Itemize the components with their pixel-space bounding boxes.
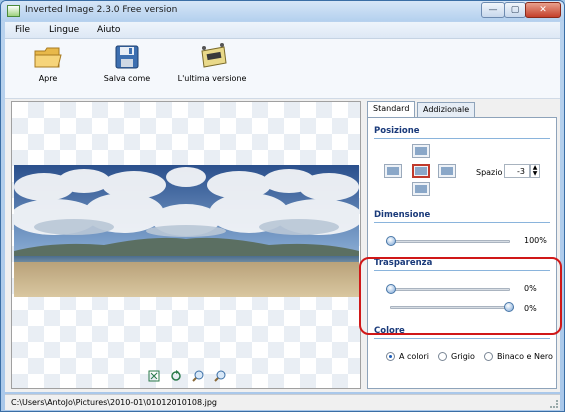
app-icon bbox=[7, 5, 20, 17]
toolbar: Apre Salva come L'ultima versione bbox=[5, 39, 560, 99]
section-dimensione: Dimensione bbox=[374, 210, 431, 220]
menu-aiuto[interactable]: Aiuto bbox=[97, 25, 120, 35]
status-path: C:\Users\AntoJo\Pictures\2010-01\0101201… bbox=[11, 398, 218, 407]
tab-standard[interactable]: Standard bbox=[367, 101, 416, 118]
radio-a-colori[interactable] bbox=[386, 352, 395, 361]
save-as-button[interactable]: Salva come bbox=[99, 43, 155, 83]
radio-grigio-label: Grigio bbox=[451, 352, 475, 361]
divider bbox=[374, 338, 550, 339]
position-right-button[interactable] bbox=[438, 164, 456, 178]
section-posizione: Posizione bbox=[374, 126, 420, 136]
spacing-label: Spazio bbox=[476, 168, 503, 177]
divider bbox=[374, 138, 550, 139]
position-left-button[interactable] bbox=[384, 164, 402, 178]
spacing-stepper[interactable]: ▲ ▼ bbox=[530, 164, 540, 178]
update-icon bbox=[201, 43, 227, 68]
resize-grip[interactable] bbox=[550, 400, 558, 408]
app-window: Inverted Image 2.3.0 Free version — ▢ ✕ … bbox=[0, 0, 565, 412]
position-bottom-button[interactable] bbox=[412, 182, 430, 196]
radio-a-colori-label: A colori bbox=[399, 352, 429, 361]
image-canvas[interactable] bbox=[11, 101, 361, 389]
window-title: Inverted Image 2.3.0 Free version bbox=[25, 5, 178, 15]
open-label: Apre bbox=[38, 74, 58, 83]
radio-bianco-nero-label: Binaco e Nero bbox=[497, 352, 553, 361]
dimension-slider[interactable] bbox=[386, 236, 510, 246]
open-button[interactable]: Apre bbox=[25, 43, 71, 83]
menu-file[interactable]: File bbox=[15, 25, 30, 35]
divider bbox=[374, 222, 550, 223]
spacing-input[interactable]: -3 bbox=[504, 164, 530, 178]
latest-version-label: L'ultima versione bbox=[177, 74, 247, 83]
main-content: Standard Addizionale Posizione Spazio -3 bbox=[5, 99, 560, 392]
folder-open-icon bbox=[34, 47, 62, 68]
settings-panel: Standard Addizionale Posizione Spazio -3 bbox=[365, 101, 559, 389]
menu-lingue[interactable]: Lingue bbox=[49, 25, 79, 35]
menu-bar: File Lingue Aiuto bbox=[5, 22, 560, 39]
floppy-save-icon bbox=[115, 45, 139, 69]
title-bar: Inverted Image 2.3.0 Free version — ▢ ✕ bbox=[1, 1, 564, 21]
minimize-button[interactable]: — bbox=[481, 2, 505, 18]
zoom-out-icon[interactable] bbox=[214, 370, 226, 382]
status-bar: C:\Users\AntoJo\Pictures\2010-01\0101201… bbox=[5, 394, 560, 410]
radio-bianco-nero[interactable] bbox=[484, 352, 493, 361]
dimension-slider-thumb[interactable] bbox=[386, 236, 396, 246]
radio-grigio[interactable] bbox=[438, 352, 447, 361]
standard-pane: Posizione Spazio -3 ▲ ▼ Dimensione 100% … bbox=[367, 117, 557, 389]
close-button[interactable]: ✕ bbox=[525, 2, 561, 18]
rotate-icon[interactable] bbox=[170, 370, 182, 382]
save-as-label: Salva come bbox=[103, 74, 151, 83]
zoom-in-icon[interactable] bbox=[192, 370, 204, 382]
tab-addizionale[interactable]: Addizionale bbox=[417, 102, 476, 117]
latest-version-button[interactable]: L'ultima versione bbox=[177, 43, 247, 83]
annotation-highlight bbox=[359, 257, 562, 335]
position-center-button[interactable] bbox=[412, 164, 430, 178]
fit-icon[interactable] bbox=[148, 370, 160, 382]
position-top-button[interactable] bbox=[412, 144, 430, 158]
maximize-button[interactable]: ▢ bbox=[504, 2, 526, 18]
image-preview bbox=[14, 165, 359, 297]
dimension-value: 100% bbox=[524, 236, 547, 245]
